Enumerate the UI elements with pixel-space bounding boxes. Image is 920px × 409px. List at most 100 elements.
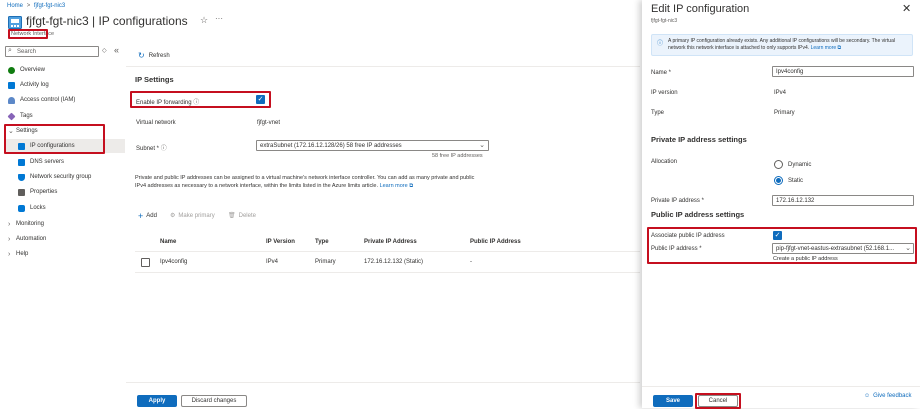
footer-divider (126, 382, 640, 383)
page-title: fjfgt-fgt-nic3 | IP configurations (26, 14, 188, 28)
sidebar-group-automation[interactable]: › Automation (8, 233, 46, 245)
static-label: Static (788, 178, 804, 184)
panel-title: Edit IP configuration (651, 3, 750, 15)
private-ip-label: Private IP address * (651, 198, 704, 204)
radio-dot (776, 178, 781, 183)
table-row[interactable]: Ipv4config IPv4 Primary 172.16.12.132 (S… (135, 252, 640, 273)
learn-more-link[interactable]: Learn more (380, 183, 408, 189)
collapse-sidebar-icon[interactable]: « (114, 45, 119, 55)
info-banner-body: A primary IP configuration already exist… (668, 38, 895, 51)
sidebar-item-activity-log[interactable]: Activity log (8, 79, 49, 91)
sidebar-item-access-control[interactable]: Access control (IAM) (8, 94, 75, 106)
highlight-public-ip (647, 227, 917, 264)
search-box[interactable]: ⌕ Search (5, 46, 99, 57)
external-link-icon: ⧉ (837, 45, 842, 51)
sidebar-item-label: Tags (20, 113, 33, 119)
more-options-icon[interactable]: ··· (215, 14, 223, 23)
ip-version-value: IPv4 (774, 90, 787, 96)
discard-changes-button[interactable]: Discard changes (181, 395, 247, 407)
close-icon[interactable]: ✕ (902, 2, 911, 15)
type-value: Primary (774, 110, 795, 116)
gear-icon: ⚙ (170, 213, 176, 219)
sidebar-group-help[interactable]: › Help (8, 248, 28, 260)
private-ip-input[interactable]: 172.16.12.132 (772, 195, 914, 206)
sidebar-item-overview[interactable]: Overview (8, 64, 45, 76)
sidebar-item-label: Overview (20, 67, 46, 73)
sidebar-item-properties[interactable]: Properties (18, 186, 57, 198)
col-private-ip: Private IP Address (364, 239, 417, 245)
delete-label: Delete (238, 212, 256, 219)
breadcrumb-separator: > (26, 3, 31, 9)
sidebar-item-label: Network security group (30, 174, 92, 180)
col-name: Name (160, 239, 177, 245)
refresh-icon: ↻ (138, 51, 145, 60)
highlight-cancel (695, 393, 741, 409)
plus-icon: + (138, 211, 144, 221)
sidebar-group-monitoring[interactable]: › Monitoring (8, 218, 44, 230)
highlight-resource-type (8, 29, 48, 39)
trash-icon: 🗑 (228, 213, 236, 219)
allocation-label: Allocation (651, 159, 678, 165)
dynamic-radio[interactable] (774, 160, 783, 169)
sidebar-item-label: Help (16, 251, 29, 257)
network-interface-icon (8, 16, 22, 29)
info-banner-text: A primary IP configuration already exist… (668, 38, 910, 52)
add-button[interactable]: + Add (138, 211, 157, 221)
activity-log-icon (8, 81, 15, 89)
info-text-body: Private and public IP addresses can be a… (135, 175, 475, 189)
panel-subtitle: fjfgt-fgt-nic3 (651, 18, 678, 24)
name-label: Name * (651, 70, 672, 76)
subnet-label: Subnet * ⓘ (136, 143, 167, 152)
overview-icon (8, 66, 15, 74)
info-banner: ⓘ A primary IP configuration already exi… (651, 34, 913, 56)
lock-icon (18, 204, 25, 212)
chevron-right-icon: › (8, 235, 11, 243)
banner-learn-more-link[interactable]: Learn more (811, 45, 837, 51)
sidebar-item-nsg[interactable]: Network security group (18, 171, 91, 183)
highlight-settings (4, 124, 105, 154)
chevron-down-icon: ⌄ (479, 142, 485, 149)
row-type: Primary (315, 259, 336, 265)
make-primary-button[interactable]: ⚙ Make primary (170, 212, 215, 220)
private-ip-heading: Private IP address settings (651, 135, 747, 144)
sidebar-item-label: Automation (16, 236, 47, 242)
sidebar-item-label: Access control (IAM) (20, 97, 76, 103)
col-type: Type (315, 239, 329, 245)
search-shortcut-icon: ◇ (102, 48, 107, 54)
info-text: Private and public IP addresses can be a… (135, 174, 485, 190)
shield-icon (18, 173, 25, 181)
vnet-label: Virtual network (136, 120, 176, 126)
dynamic-label: Dynamic (788, 162, 812, 168)
col-ip-version: IP Version (266, 239, 295, 245)
sidebar-item-dns-servers[interactable]: DNS servers (18, 156, 64, 168)
breadcrumb-home[interactable]: Home (7, 3, 23, 9)
info-icon: ⓘ (160, 146, 167, 152)
subnet-label-text: Subnet * (136, 146, 160, 152)
row-name-link[interactable]: Ipv4config (160, 259, 187, 265)
subnet-select[interactable]: extraSubnet (172.16.12.128/26) 58 free I… (256, 140, 489, 151)
info-circle-icon: ⓘ (657, 41, 664, 47)
sidebar-item-locks[interactable]: Locks (18, 202, 46, 214)
sidebar-item-tags[interactable]: Tags (7, 110, 33, 122)
make-primary-label: Make primary (178, 212, 215, 219)
properties-icon (18, 188, 25, 196)
apply-button[interactable]: Apply (137, 395, 177, 407)
give-feedback-button[interactable]: ☺ Give feedback (864, 393, 912, 399)
public-ip-heading: Public IP address settings (651, 210, 745, 219)
ip-settings-heading: IP Settings (135, 75, 174, 84)
static-radio[interactable] (774, 176, 783, 185)
favorite-star-icon[interactable]: ☆ (200, 15, 208, 26)
people-icon (8, 96, 15, 104)
search-icon: ⌕ (8, 47, 12, 54)
row-public-ip: - (470, 259, 472, 265)
delete-button[interactable]: 🗑 Delete (228, 212, 256, 220)
name-input[interactable]: Ipv4config (772, 66, 914, 77)
row-checkbox[interactable] (141, 258, 150, 267)
breadcrumb-current[interactable]: fjfgt-fgt-nic3 (34, 3, 65, 9)
type-label: Type (651, 110, 665, 116)
chevron-right-icon: › (8, 250, 11, 258)
vnet-link[interactable]: fjfgt-vnet (257, 120, 280, 126)
search-input[interactable]: Search (17, 49, 36, 55)
save-button[interactable]: Save (653, 395, 693, 407)
refresh-button[interactable]: ↻ Refresh (138, 51, 170, 60)
